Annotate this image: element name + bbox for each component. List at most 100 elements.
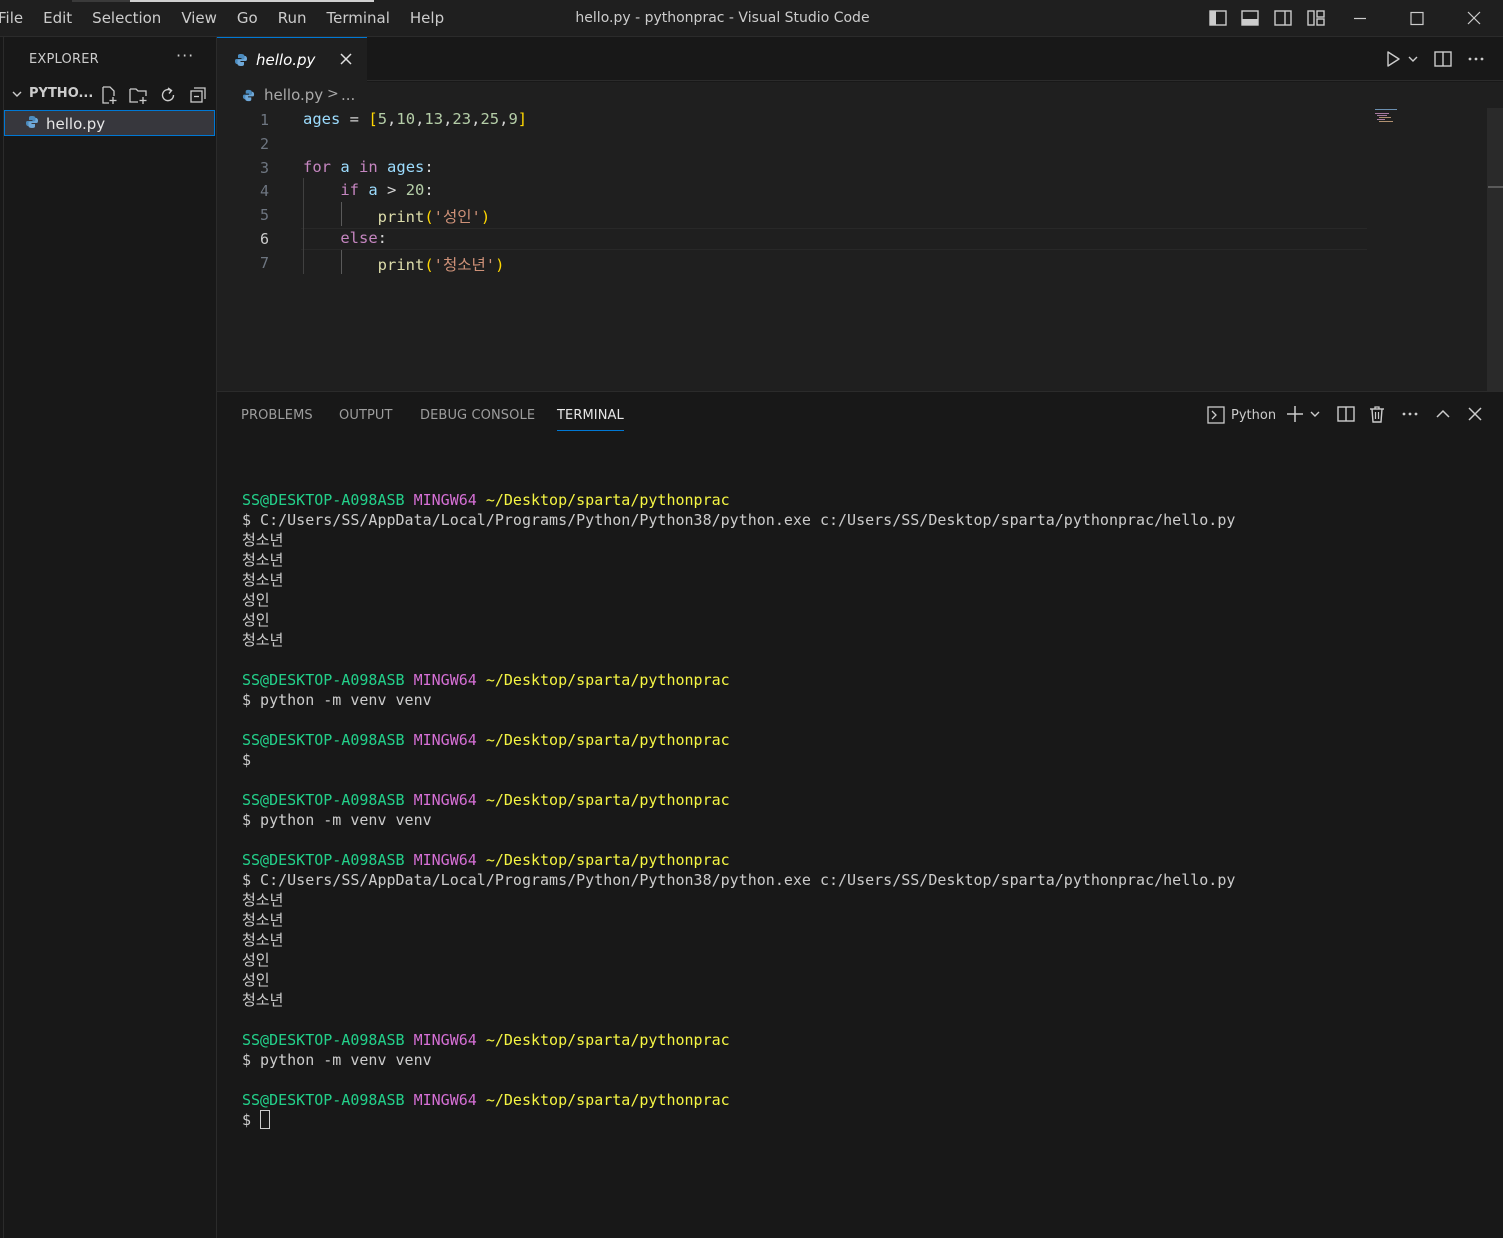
new-file-icon[interactable] xyxy=(99,85,119,105)
terminal-prompt-line: SS@DESKTOP-A098ASB MINGW64 ~/Desktop/spa… xyxy=(242,850,1492,870)
prompt-user: SS@DESKTOP-A098ASB xyxy=(242,491,405,509)
prompt-user: SS@DESKTOP-A098ASB xyxy=(242,851,405,869)
folder-row[interactable]: PYTHO... xyxy=(4,82,216,107)
maximize-panel-icon[interactable] xyxy=(1433,404,1453,424)
prompt-user: SS@DESKTOP-A098ASB xyxy=(242,671,405,689)
line-number: 2 xyxy=(259,135,269,153)
terminal-output-line: 청소년 xyxy=(242,571,284,589)
terminal-output-line: 청소년 xyxy=(242,551,284,569)
minimap[interactable] xyxy=(1374,108,1404,128)
toggle-primary-sidebar-icon[interactable] xyxy=(1209,10,1227,26)
prompt-path: ~/Desktop/sparta/pythonprac xyxy=(485,1091,730,1109)
terminal-output-line: 성인 xyxy=(242,591,270,609)
breadcrumb-symbols[interactable]: ... xyxy=(341,86,355,104)
code-line-1: ages = [5,10,13,23,25,9] xyxy=(303,110,528,128)
terminal-prompt-line: SS@DESKTOP-A098ASB MINGW64 ~/Desktop/spa… xyxy=(242,490,1492,510)
maximize-icon[interactable] xyxy=(1393,0,1439,37)
new-terminal-icon[interactable] xyxy=(1285,404,1305,424)
python-file-icon xyxy=(26,116,38,128)
more-actions-icon[interactable] xyxy=(1466,49,1486,69)
terminal-input-line: $ xyxy=(242,1110,1492,1130)
toggle-panel-icon[interactable] xyxy=(1241,10,1259,26)
tab-output[interactable]: OUTPUT xyxy=(339,408,393,423)
code-editor[interactable]: 1 2 3 4 5 6 7 ages = [5,10,13,23,25,9] f… xyxy=(217,108,1503,391)
terminal-output-line: 성인 xyxy=(242,951,270,969)
explorer-more-actions-icon[interactable]: ··· xyxy=(176,46,194,65)
tab-terminal[interactable]: TERMINAL xyxy=(557,408,624,423)
prompt-system: MINGW64 xyxy=(413,671,477,689)
line-number: 7 xyxy=(259,254,269,272)
prompt-system: MINGW64 xyxy=(413,491,477,509)
line-number-current: 6 xyxy=(259,230,269,248)
toggle-secondary-sidebar-icon[interactable] xyxy=(1274,10,1292,26)
code-line-6: else: xyxy=(340,229,387,247)
terminal-output-line: 청소년 xyxy=(242,991,284,1009)
terminal-output-line: 청소년 xyxy=(242,931,284,949)
prompt-system: MINGW64 xyxy=(413,791,477,809)
python-file-icon xyxy=(242,89,255,102)
terminal-output-line: 성인 xyxy=(242,611,270,629)
refresh-icon[interactable] xyxy=(158,85,178,105)
tab-hello-py[interactable]: hello.py xyxy=(217,37,367,82)
tab-problems[interactable]: PROBLEMS xyxy=(241,408,313,423)
run-icon[interactable] xyxy=(1383,49,1403,69)
run-dropdown-chevron-icon[interactable] xyxy=(1407,49,1419,69)
close-icon[interactable] xyxy=(339,52,353,66)
line-number: 4 xyxy=(259,182,269,200)
folder-name: PYTHO... xyxy=(29,86,94,101)
split-terminal-icon[interactable] xyxy=(1336,404,1356,424)
file-name: hello.py xyxy=(46,115,106,133)
terminal-name[interactable]: Python xyxy=(1231,408,1276,423)
code-line-5: print('성인') xyxy=(377,208,491,226)
terminal-command-line: $ python -m venv venv xyxy=(242,811,432,829)
line-number: 3 xyxy=(259,159,269,177)
line-number: 1 xyxy=(259,111,269,129)
terminal-icon xyxy=(1207,406,1225,424)
terminal-command-line: $ C:/Users/SS/AppData/Local/Programs/Pyt… xyxy=(242,871,1236,889)
terminal-prompt-line: SS@DESKTOP-A098ASB MINGW64 ~/Desktop/spa… xyxy=(242,1030,1492,1050)
trash-icon[interactable] xyxy=(1367,404,1387,424)
terminal-command-line: $ xyxy=(242,751,252,769)
file-item-hello-py[interactable]: hello.py xyxy=(4,110,215,136)
editor-scrollbar[interactable] xyxy=(1487,108,1503,391)
prompt-user: SS@DESKTOP-A098ASB xyxy=(242,1031,405,1049)
close-panel-icon[interactable] xyxy=(1465,404,1485,424)
prompt-system: MINGW64 xyxy=(413,731,477,749)
prompt-user: SS@DESKTOP-A098ASB xyxy=(242,791,405,809)
terminal-prompt-line: SS@DESKTOP-A098ASB MINGW64 ~/Desktop/spa… xyxy=(242,790,1492,810)
tab-debug-console[interactable]: DEBUG CONSOLE xyxy=(420,408,535,423)
split-editor-icon[interactable] xyxy=(1433,49,1453,69)
explorer-title: EXPLORER xyxy=(29,52,99,67)
prompt-system: MINGW64 xyxy=(413,1091,477,1109)
prompt-path: ~/Desktop/sparta/pythonprac xyxy=(485,1031,730,1049)
breadcrumb-file[interactable]: hello.py xyxy=(264,86,323,104)
collapse-all-icon[interactable] xyxy=(188,85,208,105)
minimize-icon[interactable] xyxy=(1337,0,1383,37)
activity-bar-edge xyxy=(3,37,4,1238)
terminal-profile-chevron-icon[interactable] xyxy=(1309,404,1321,424)
breadcrumb: hello.py > ... xyxy=(217,82,1503,108)
terminal-output[interactable]: SS@DESKTOP-A098ASB MINGW64 ~/Desktop/spa… xyxy=(242,470,1492,1130)
close-window-icon[interactable] xyxy=(1451,0,1497,37)
terminal-output-line: 청소년 xyxy=(242,531,284,549)
title-bar: File Edit Selection View Go Run Terminal… xyxy=(0,0,1503,37)
breadcrumb-separator: > xyxy=(327,86,339,102)
new-folder-icon[interactable] xyxy=(128,85,148,105)
terminal-prompt-line: SS@DESKTOP-A098ASB MINGW64 ~/Desktop/spa… xyxy=(242,730,1492,750)
explorer-sidebar xyxy=(0,37,217,1238)
prompt-path: ~/Desktop/sparta/pythonprac xyxy=(485,851,730,869)
line-number: 5 xyxy=(259,206,269,224)
prompt-user: SS@DESKTOP-A098ASB xyxy=(242,731,405,749)
prompt-user: SS@DESKTOP-A098ASB xyxy=(242,1091,405,1109)
prompt-path: ~/Desktop/sparta/pythonprac xyxy=(485,791,730,809)
prompt-path: ~/Desktop/sparta/pythonprac xyxy=(485,731,730,749)
terminal-output-line: 성인 xyxy=(242,971,270,989)
more-actions-icon[interactable] xyxy=(1400,404,1420,424)
prompt-path: ~/Desktop/sparta/pythonprac xyxy=(485,491,730,509)
customize-layout-icon[interactable] xyxy=(1307,10,1325,26)
scrollbar-cursor-marker xyxy=(1488,186,1503,188)
